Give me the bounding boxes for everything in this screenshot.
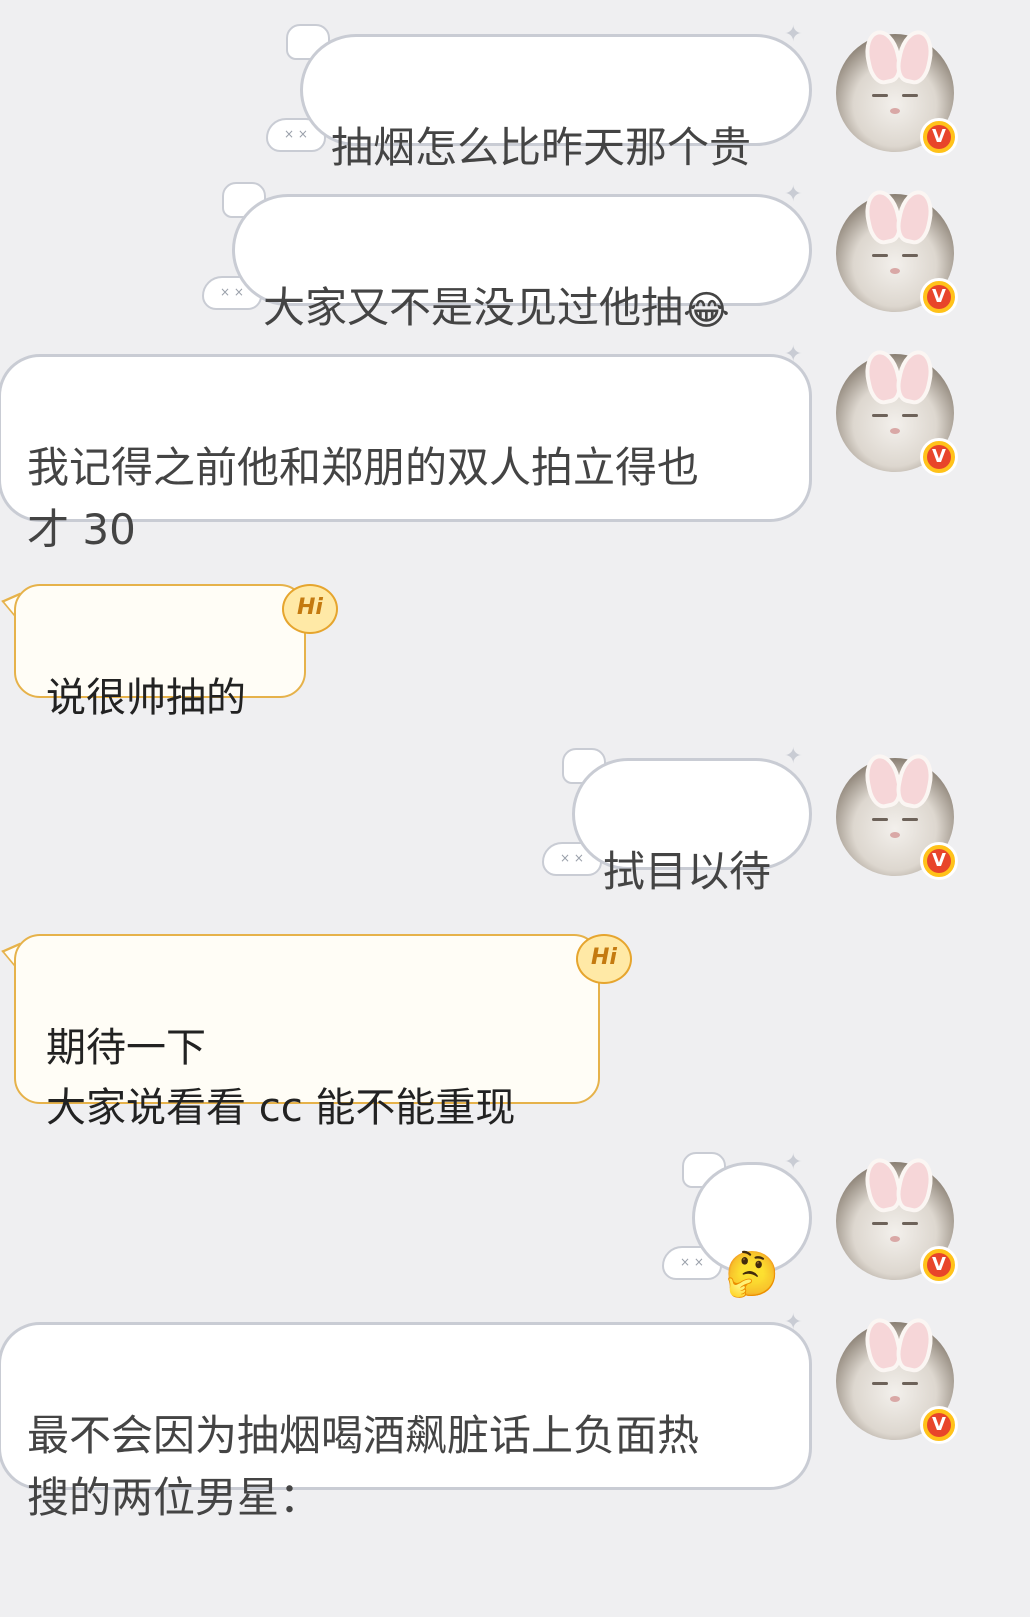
verified-badge-icon: V xyxy=(920,278,958,316)
avatar[interactable]: V xyxy=(836,347,958,476)
verified-badge-icon: V xyxy=(920,1246,958,1284)
verified-badge-icon: V xyxy=(920,842,958,880)
message-text: 拭目以待 xyxy=(603,847,772,896)
verified-badge-icon: V xyxy=(920,118,958,156)
message-text: 期待一下 大家说看看 cc 能不能重现 xyxy=(46,1025,516,1131)
message-bubble[interactable]: 拭目以待 xyxy=(572,758,812,896)
message-bubble[interactable]: 抽烟怎么比昨天那个贵 xyxy=(300,34,812,172)
message-text: 说很帅抽的 xyxy=(46,675,246,721)
verified-badge-icon: V xyxy=(920,438,958,476)
message-bubble[interactable]: 我记得之前他和郑朋的双人拍立得也 才 30 xyxy=(0,354,812,554)
avatar[interactable]: V xyxy=(836,187,958,316)
message-bubble[interactable]: 说很帅抽的 xyxy=(14,584,306,721)
avatar[interactable]: V xyxy=(836,751,958,880)
sparkle-icon: ✦ xyxy=(784,744,803,769)
message-bubble[interactable]: 最不会因为抽烟喝酒飙脏话上负面热 搜的两位男星： xyxy=(0,1322,812,1522)
message-bubble[interactable]: 大家又不是没见过他抽😂 xyxy=(232,194,812,334)
chat-thread: × × ✦ 抽烟怎么比昨天那个贵 V × × ✦ 大家又不是没见过他抽😂 V ✦… xyxy=(0,0,1030,1617)
avatar[interactable]: V xyxy=(836,27,958,156)
message-bubble[interactable]: 🤔 xyxy=(692,1162,812,1300)
message-text: 抽烟怎么比昨天那个贵 xyxy=(331,123,752,172)
laughing-emoji-icon: 😂 xyxy=(683,287,730,334)
message-text: 最不会因为抽烟喝酒飙脏话上负面热 搜的两位男星： xyxy=(27,1411,700,1522)
hi-badge-icon: Hi xyxy=(282,584,338,634)
verified-badge-icon: V xyxy=(920,1406,958,1444)
message-text: 大家又不是没见过他抽 xyxy=(263,283,684,332)
avatar[interactable]: V xyxy=(836,1315,958,1444)
hi-badge-icon: Hi xyxy=(576,934,632,984)
thinking-emoji-icon: 🤔 xyxy=(724,1248,780,1300)
message-text: 我记得之前他和郑朋的双人拍立得也 才 30 xyxy=(27,443,700,554)
message-bubble[interactable]: 期待一下 大家说看看 cc 能不能重现 xyxy=(14,934,600,1131)
avatar[interactable]: V xyxy=(836,1155,958,1284)
